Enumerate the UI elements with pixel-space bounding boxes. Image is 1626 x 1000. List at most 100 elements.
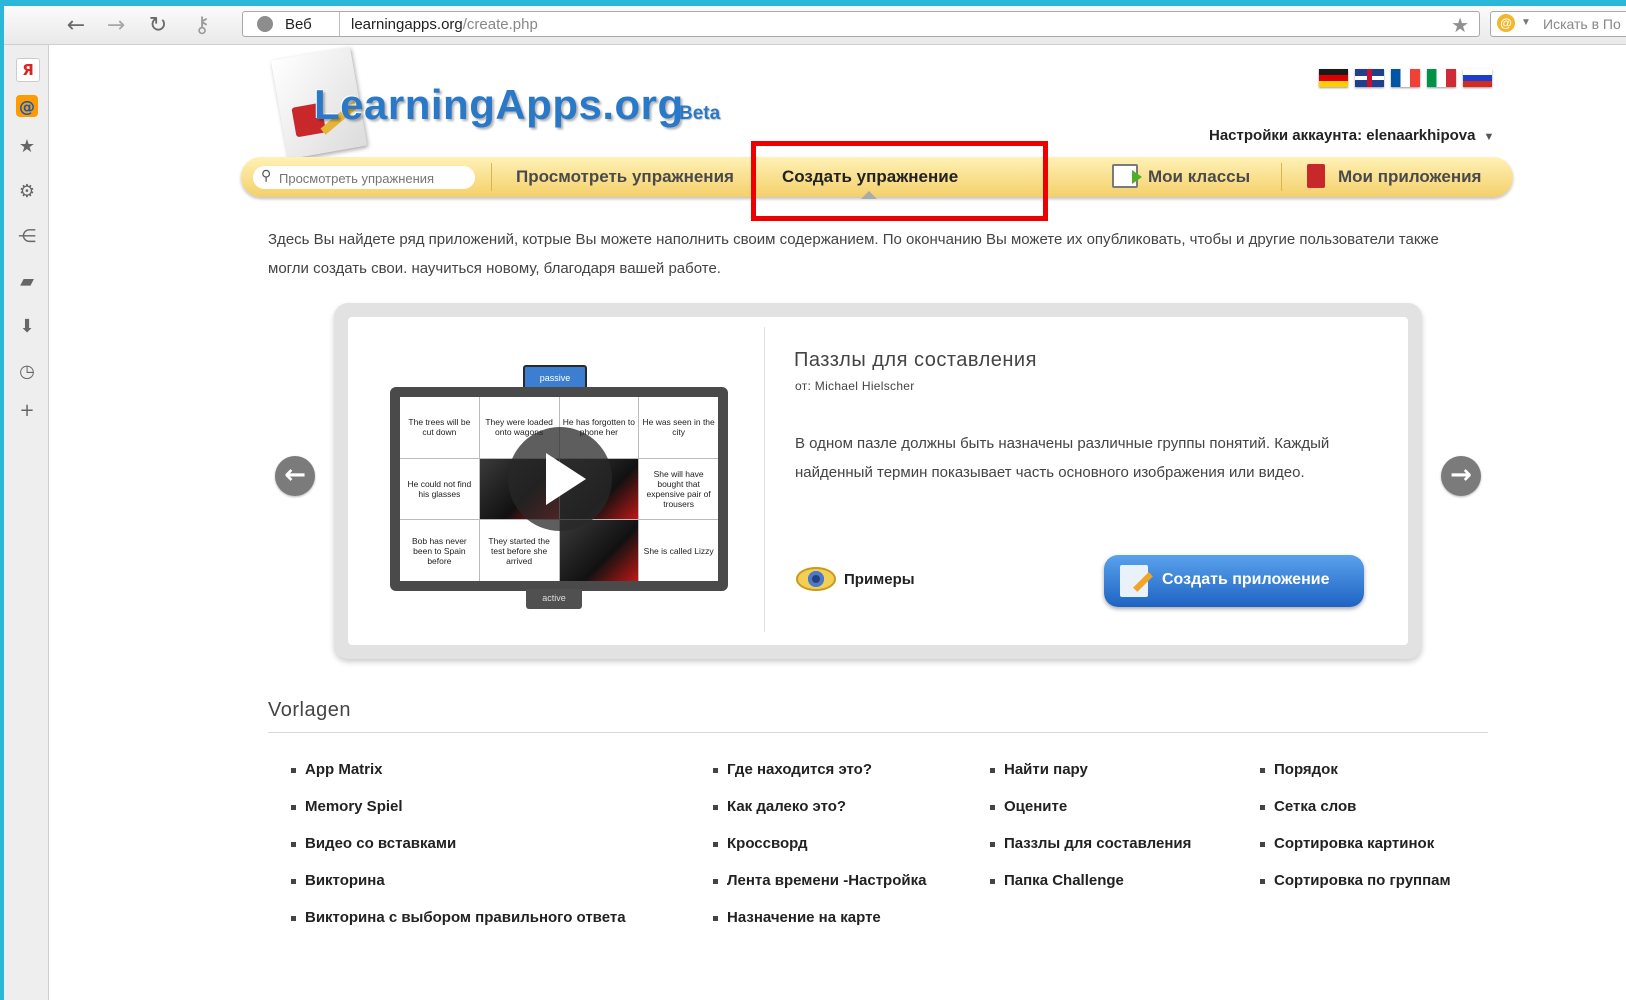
play-icon[interactable]: [508, 427, 612, 531]
browser-side-panel: Я @ ★ ⚙ ⋲ ▰ ⬇ ◷ +: [4, 45, 49, 1000]
settings-gear-icon[interactable]: ⚙: [16, 180, 38, 202]
examples-link[interactable]: Примеры: [796, 567, 915, 591]
puzzle-piece: The trees will be cut down: [400, 397, 479, 458]
language-flags: [1319, 69, 1492, 87]
template-link[interactable]: Порядок: [1258, 759, 1451, 796]
flag-fr-icon[interactable]: [1391, 69, 1420, 87]
template-link[interactable]: Викторина с выбором правильного ответа: [289, 907, 626, 944]
key-icon[interactable]: ⚷: [188, 12, 216, 38]
templates-divider: [268, 732, 1488, 733]
search-input[interactable]: [277, 168, 471, 189]
template-link[interactable]: Оцените: [988, 796, 1191, 833]
templates-column-2: Где находится это? Как далеко это? Кроссво…: [711, 759, 926, 944]
mail-icon[interactable]: @: [16, 95, 38, 117]
tab-browse[interactable]: Просмотреть упражнения: [516, 167, 734, 187]
chevron-down-icon[interactable]: ▼: [1521, 17, 1531, 28]
account-label: Настройки аккаунта: elenaarkhipova: [1209, 127, 1476, 144]
search-engine-icon[interactable]: @: [1497, 14, 1515, 32]
featured-card: passive The trees will be cut down They w…: [348, 317, 1408, 645]
url-host: learningapps.org: [351, 16, 463, 33]
template-link[interactable]: Викторина: [289, 870, 626, 907]
create-app-label: Создать приложение: [1162, 571, 1330, 588]
reload-icon[interactable]: ↻: [144, 12, 172, 38]
add-plus-icon[interactable]: +: [16, 399, 38, 421]
site-logo[interactable]: LearningApps.org: [314, 81, 684, 129]
template-link[interactable]: Лента времени -Настройка: [711, 870, 926, 907]
globe-icon: [257, 16, 273, 32]
templates-column-1: App Matrix Memory Spiel Видео со вставками…: [289, 759, 626, 944]
featured-app-description: В одном пазле должны быть назначены разл…: [795, 435, 1330, 481]
template-link[interactable]: Папка Challenge: [988, 870, 1191, 907]
template-link[interactable]: Сортировка по группам: [1258, 870, 1451, 907]
templates-column-3: Найти пару Оцените Паззлы для составления П…: [988, 759, 1191, 907]
template-link[interactable]: Кроссворд: [711, 833, 926, 870]
template-link[interactable]: Сетка слов: [1258, 796, 1451, 833]
downloads-icon[interactable]: ⬇: [16, 315, 38, 337]
puzzle-piece: She will have bought that expensive pair…: [639, 458, 718, 520]
flag-de-icon[interactable]: [1319, 69, 1348, 87]
create-app-button[interactable]: Создать приложение: [1104, 555, 1364, 607]
web-page: LearningApps.org Beta Настройки аккаунта…: [49, 45, 1626, 1000]
card-divider: [764, 327, 765, 632]
intro-text: Здесь Вы найдете ряд приложений, котрые …: [268, 231, 1439, 277]
examples-label: Примеры: [844, 570, 915, 588]
classes-icon: [1112, 164, 1142, 188]
arrow-left-icon: ←: [284, 460, 306, 490]
url-text[interactable]: learningapps.org/create.php: [351, 16, 538, 33]
template-link[interactable]: Memory Spiel: [289, 796, 626, 833]
beta-badge: Beta: [679, 103, 721, 124]
active-tab: active: [526, 589, 582, 609]
template-link[interactable]: Назначение на карте: [711, 907, 926, 944]
notes-icon[interactable]: ▰: [16, 270, 38, 292]
template-link[interactable]: App Matrix: [289, 759, 626, 796]
flag-ru-icon[interactable]: [1463, 69, 1492, 87]
eye-icon: [796, 567, 836, 591]
edit-document-icon: [1120, 565, 1148, 597]
passive-tab: passive: [523, 365, 587, 389]
bookmark-star-icon[interactable]: ★: [1451, 13, 1469, 37]
highlight-box: [751, 141, 1048, 221]
apps-icon: [1307, 164, 1325, 188]
featured-carousel: passive The trees will be cut down They w…: [334, 303, 1422, 659]
flag-it-icon[interactable]: [1427, 69, 1456, 87]
template-link[interactable]: Где находится это?: [711, 759, 926, 796]
nav-divider: [1281, 163, 1282, 191]
back-icon[interactable]: ←: [62, 12, 90, 38]
account-settings[interactable]: Настройки аккаунта: elenaarkhipova ▼: [1209, 127, 1494, 144]
app-preview-thumbnail[interactable]: passive The trees will be cut down They w…: [390, 365, 728, 609]
nav-divider: [491, 163, 492, 191]
history-clock-icon[interactable]: ◷: [16, 360, 38, 382]
carousel-prev-button[interactable]: ←: [275, 456, 315, 496]
tab-my-classes[interactable]: Мои классы: [1148, 167, 1250, 187]
browser-search-box[interactable]: @ ▼ Искать в По: [1490, 11, 1626, 37]
flag-gb-icon[interactable]: [1355, 69, 1384, 87]
template-link[interactable]: Как далеко это?: [711, 796, 926, 833]
browser-toolbar: ← → ↻ ⚷ Веб learningapps.org/create.php …: [4, 6, 1626, 45]
address-separator: [339, 12, 340, 36]
browser-window: ← → ↻ ⚷ Веб learningapps.org/create.php …: [4, 6, 1626, 1000]
template-link[interactable]: Паззлы для составления: [988, 833, 1191, 870]
arrow-right-icon: →: [1450, 460, 1472, 490]
templates-column-4: Порядок Сетка слов Сортировка картинок Сорт…: [1258, 759, 1451, 907]
web-label: Веб: [285, 16, 312, 33]
puzzle-piece: He was seen in the city: [639, 397, 718, 458]
chevron-down-icon[interactable]: ▼: [1483, 131, 1494, 143]
yandex-icon[interactable]: Я: [16, 58, 40, 82]
address-bar[interactable]: Веб learningapps.org/create.php ★: [242, 11, 1480, 37]
carousel-next-button[interactable]: →: [1441, 456, 1481, 496]
template-link[interactable]: Сортировка картинок: [1258, 833, 1451, 870]
puzzle-piece: Bob has never been to Spain before: [400, 520, 479, 581]
nav-search-box: ⚲: [253, 166, 475, 189]
featured-app-title: Паззлы для составления: [794, 349, 1037, 371]
featured-app-author: от: Michael Hielscher: [795, 379, 915, 393]
puzzle-piece: She is called Lizzy: [639, 520, 718, 581]
template-link[interactable]: Найти пару: [988, 759, 1191, 796]
templates-heading: Vorlagen: [268, 699, 351, 721]
browser-search-placeholder: Искать в По: [1543, 16, 1621, 32]
forward-icon[interactable]: →: [102, 12, 130, 38]
share-icon[interactable]: ⋲: [16, 225, 38, 247]
template-link[interactable]: Видео со вставками: [289, 833, 626, 870]
favorites-star-icon[interactable]: ★: [16, 135, 38, 157]
tab-my-apps[interactable]: Мои приложения: [1338, 167, 1481, 187]
search-icon[interactable]: ⚲: [261, 168, 271, 184]
